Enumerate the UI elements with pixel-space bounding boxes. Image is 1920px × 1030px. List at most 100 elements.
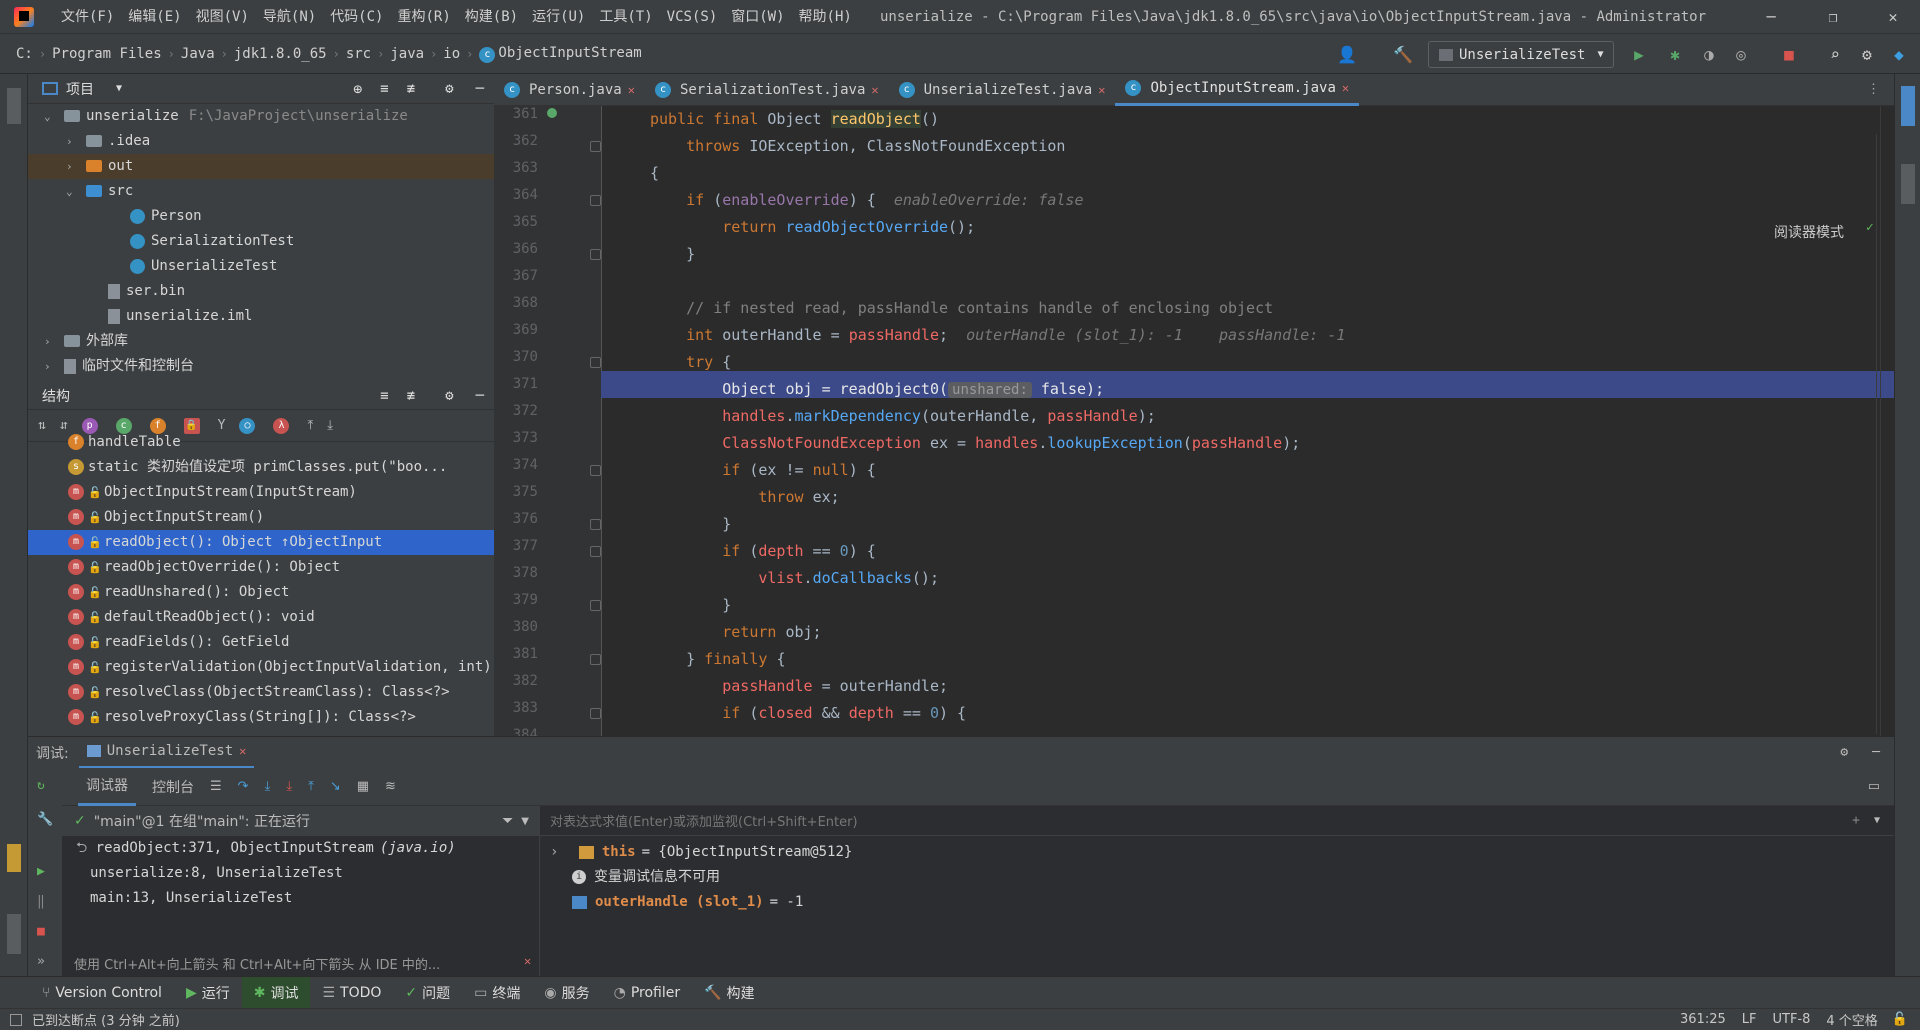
tool-tab[interactable]: ◔ Profiler [602,977,693,1009]
project-tree-item[interactable]: Person [28,204,494,229]
editor-tab[interactable]: c UnserializeTest.java ✕ [889,74,1116,106]
menu-item-4[interactable]: 代码(C) [323,0,390,34]
structure-item[interactable]: s static 类初始值设定项 primClasses.put("boo... [28,455,494,480]
layout-icon[interactable]: ▭ [1868,779,1880,794]
tool-tab[interactable]: ☰ TODO [310,977,393,1009]
breadcrumb-item[interactable]: Program Files [52,46,162,62]
line-number[interactable]: 382 [494,668,538,695]
line-number[interactable]: 363 [494,155,538,182]
close-icon[interactable]: ✕ [628,83,635,97]
project-tree-item[interactable]: › 临时文件和控制台 [28,354,494,379]
line-number[interactable]: 380 [494,614,538,641]
chevron-right-icon[interactable]: › [44,354,58,379]
close-icon[interactable]: ✕ [871,83,878,97]
fold-marker-icon[interactable] [590,195,601,206]
trace-icon[interactable]: ≋ [385,779,396,794]
fold-marker-icon[interactable] [590,357,601,368]
maximize-button[interactable]: ❐ [1810,0,1856,34]
structure-item[interactable]: m 🔓 readObject(): Object ↑ObjectInput [28,530,494,555]
line-number[interactable]: 375 [494,479,538,506]
profile-icon[interactable]: ◎ [1730,44,1752,66]
indent-setting[interactable]: 4 个空格 [1826,1010,1877,1029]
line-number[interactable]: 373 [494,425,538,452]
search-icon[interactable]: ⌕ [1824,44,1846,66]
step-over-icon[interactable]: ↷ [238,779,249,794]
line-number[interactable]: 366 [494,236,538,263]
line-number[interactable]: 378 [494,560,538,587]
structure-item[interactable]: m 🔓 resolveProxyClass(String[]): Class<?> [28,705,494,730]
fold-marker-icon[interactable] [590,465,601,476]
project-tree-item[interactable]: › 外部库 [28,329,494,354]
line-number[interactable]: 376 [494,506,538,533]
project-tree-item[interactable]: ⌄ src [28,179,494,204]
expand-all-icon[interactable]: ≡ [380,388,388,404]
expand-all-icon[interactable]: ≡ [380,81,388,97]
variable-row[interactable]: › this = {ObjectInputStream@512} [540,840,1894,865]
close-icon[interactable]: ✕ [239,744,246,758]
breadcrumb-item[interactable]: java [390,46,424,62]
stop-icon[interactable]: ■ [37,924,45,939]
pause-icon[interactable]: ‖ [37,894,45,909]
user-icon[interactable]: 👤 [1336,44,1358,66]
tab-console[interactable]: 控制台 [152,777,194,797]
build-hammer-icon[interactable]: 🔨 [1392,44,1414,66]
gear-icon[interactable]: ⚙ [445,388,453,404]
tool-tab[interactable]: ◉ 服务 [532,977,601,1009]
menu-item-7[interactable]: 运行(U) [525,0,592,34]
line-number[interactable]: 367 [494,263,538,290]
stack-frame[interactable]: ⮌ readObject:371, ObjectInputStream (java… [62,836,539,861]
run-icon[interactable]: ▶ [1628,44,1650,66]
breadcrumb-item[interactable]: Java [181,46,215,62]
menu-item-10[interactable]: 窗口(W) [724,0,791,34]
thread-selector[interactable]: ✓ "main"@1 在组"main": 正在运行 ⏷ ▼ [62,806,539,836]
editor-scrollbar[interactable] [1880,106,1894,736]
chevron-down-icon[interactable]: ▼ [1874,815,1880,826]
settings-wrench-icon[interactable]: 🔧 [37,812,53,827]
structure-item[interactable]: m 🔓 registerValidation(ObjectInputValidati… [28,655,494,680]
status-panel-icon[interactable] [10,1013,22,1026]
breadcrumb-item[interactable]: c ObjectInputStream [479,45,642,63]
lock-icon[interactable]: 🔓 [1892,1012,1908,1027]
breadcrumb-item[interactable]: src [346,46,371,62]
run-configuration-select[interactable]: UnserializeTest ▼ [1428,41,1614,68]
variable-row[interactable]: outerHandle (slot_1) = -1 [540,890,1894,915]
project-tool-icon[interactable] [7,88,21,124]
close-icon[interactable]: ✕ [1342,81,1349,95]
coverage-icon[interactable]: ◑ [1698,44,1720,66]
tool-tab[interactable]: ✱ 调试 [241,976,311,1009]
structure-item[interactable]: m 🔓 readFields(): GetField [28,630,494,655]
debug-session-tab[interactable]: UnserializeTest ✕ [78,737,255,769]
line-number[interactable]: 372 [494,398,538,425]
stop-icon[interactable]: ■ [1778,44,1800,66]
menu-item-11[interactable]: 帮助(H) [792,0,859,34]
project-tree-item[interactable]: SerializationTest [28,229,494,254]
line-separator[interactable]: LF [1742,1012,1757,1027]
line-number[interactable]: 379 [494,587,538,614]
run-to-cursor-icon[interactable]: ↘ [330,779,341,794]
tab-debugger[interactable]: 调试器 [78,768,136,806]
project-tree-item[interactable]: › .idea [28,129,494,154]
chevron-down-icon[interactable]: ⌄ [44,104,58,129]
gear-icon[interactable]: ⚙ [445,81,453,97]
menu-item-6[interactable]: 构建(B) [458,0,525,34]
line-number[interactable]: 371 [494,371,538,398]
more-icon[interactable]: » [37,954,45,969]
plugin-icon[interactable]: ◆ [1888,44,1910,66]
chevron-down-icon[interactable]: ⌄ [66,179,80,204]
breadcrumb-item[interactable]: jdk1.8.0_65 [234,46,327,62]
filter-icon[interactable]: ⏷ [502,813,513,829]
fold-marker-icon[interactable] [590,249,601,260]
line-number[interactable]: 381 [494,641,538,668]
tool-tab[interactable]: ⑂ Version Control [30,977,174,1009]
structure-item[interactable]: m 🔓 readUnshared(): Object [28,580,494,605]
fold-marker-icon[interactable] [590,141,601,152]
structure-item[interactable]: m 🔓 ObjectInputStream(InputStream) [28,480,494,505]
menu-item-3[interactable]: 导航(N) [256,0,323,34]
chevron-right-icon[interactable]: › [66,129,80,154]
evaluate-icon[interactable]: ▦ [357,779,369,794]
variable-row[interactable]: i 变量调试信息不可用 [540,865,1894,890]
chevron-down-icon[interactable]: ▼ [521,816,529,827]
bookmarks-icon[interactable] [7,844,21,872]
locate-icon[interactable]: ⊕ [353,80,362,98]
tool-tab[interactable]: ✓ 问题 [393,977,462,1009]
